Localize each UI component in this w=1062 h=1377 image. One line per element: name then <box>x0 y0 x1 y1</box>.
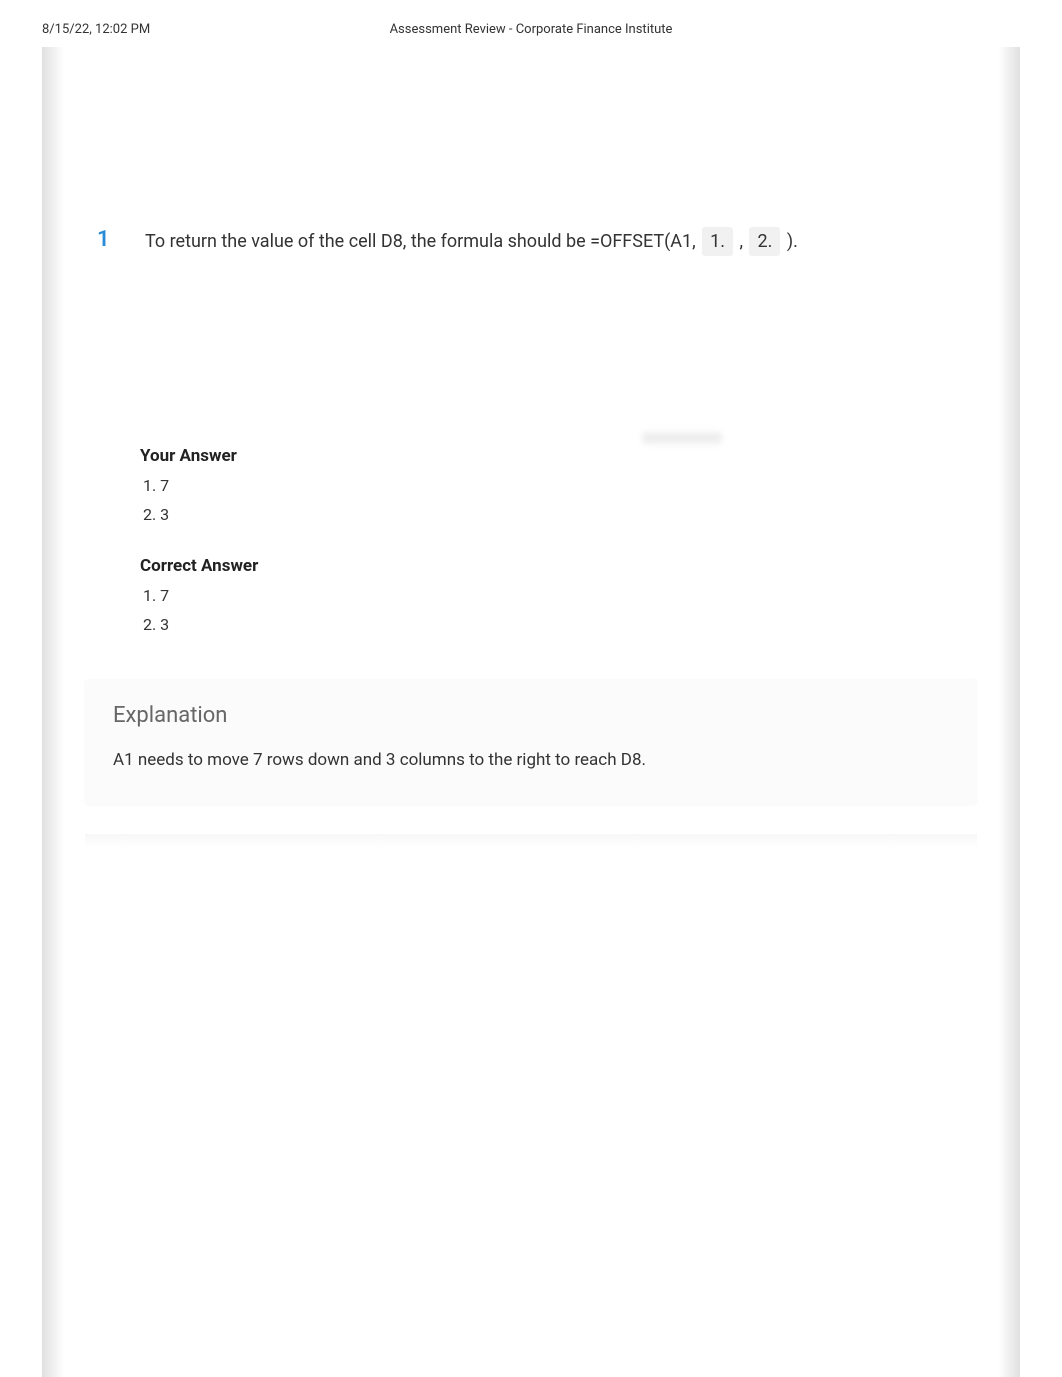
question-blank-2: 2. <box>749 227 780 256</box>
blurred-watermark <box>642 432 722 444</box>
question-text-part1: To return the value of the cell D8, the … <box>145 231 700 252</box>
question-text-part2: ). <box>782 231 797 252</box>
correct-answer-item-2: 2. 3 <box>140 615 965 634</box>
page-header: 8/15/22, 12:02 PM Assessment Review - Co… <box>0 0 1062 47</box>
content-area: 1 To return the value of the cell D8, th… <box>42 47 1020 848</box>
your-answer-item-2: 2. 3 <box>140 505 965 524</box>
question-row: 1 To return the value of the cell D8, th… <box>97 227 965 256</box>
explanation-text: A1 needs to move 7 rows down and 3 colum… <box>113 748 949 774</box>
question-separator: , <box>735 231 747 252</box>
header-timestamp: 8/15/22, 12:02 PM <box>42 22 150 37</box>
correct-answer-heading: Correct Answer <box>140 556 965 576</box>
your-answer-block: Your Answer 1. 7 2. 3 <box>140 446 965 524</box>
correct-answer-block: Correct Answer 1. 7 2. 3 <box>140 556 965 634</box>
correct-answer-item-1: 1. 7 <box>140 586 965 605</box>
your-answer-item-1: 1. 7 <box>140 476 965 495</box>
page-wrapper: 1 To return the value of the cell D8, th… <box>42 47 1020 848</box>
question-blank-1: 1. <box>702 227 733 256</box>
header-title: Assessment Review - Corporate Finance In… <box>390 22 673 37</box>
question-text: To return the value of the cell D8, the … <box>145 227 798 256</box>
explanation-box: Explanation A1 needs to move 7 rows down… <box>85 679 977 804</box>
your-answer-heading: Your Answer <box>140 446 965 466</box>
answers-section: Your Answer 1. 7 2. 3 Correct Answer 1. … <box>97 446 965 634</box>
divider-shadow <box>85 834 977 848</box>
question-number: 1 <box>97 227 111 252</box>
explanation-title: Explanation <box>113 703 949 728</box>
